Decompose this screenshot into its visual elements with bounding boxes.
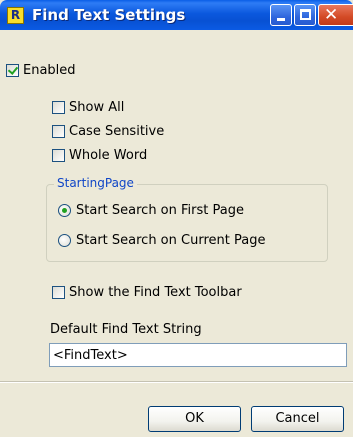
current-page-label: Start Search on Current Page	[76, 232, 266, 248]
default-string-input[interactable]	[49, 343, 347, 367]
divider	[0, 381, 353, 383]
show-toolbar-checkbox[interactable]	[52, 285, 65, 299]
starting-page-group	[46, 184, 328, 262]
case-sensitive-option[interactable]: Case Sensitive	[52, 123, 164, 139]
whole-word-option[interactable]: Whole Word	[52, 147, 147, 163]
cancel-button[interactable]: Cancel	[251, 406, 344, 432]
default-string-label: Default Find Text String	[50, 322, 202, 337]
first-page-option[interactable]: Start Search on First Page	[58, 202, 244, 218]
case-sensitive-checkbox[interactable]	[52, 124, 65, 138]
enabled-label: Enabled	[23, 62, 76, 78]
starting-page-legend: StartingPage	[54, 176, 137, 190]
minimize-icon	[277, 18, 285, 21]
close-button[interactable]: ✕	[318, 4, 353, 26]
maximize-icon	[300, 9, 311, 20]
ok-button[interactable]: OK	[148, 406, 241, 432]
first-page-label: Start Search on First Page	[76, 202, 244, 218]
show-all-checkbox[interactable]	[52, 100, 65, 114]
app-logo-icon: R	[7, 7, 24, 24]
show-toolbar-option[interactable]: Show the Find Text Toolbar	[52, 284, 242, 300]
current-page-radio[interactable]	[58, 233, 71, 247]
enabled-checkbox[interactable]	[6, 63, 19, 77]
find-text-settings-dialog: R Find Text Settings ✕ Enabled Show All …	[0, 0, 353, 437]
window-title: Find Text Settings	[32, 6, 186, 24]
case-sensitive-label: Case Sensitive	[69, 123, 165, 139]
whole-word-label: Whole Word	[69, 147, 148, 163]
show-all-label: Show All	[69, 99, 125, 115]
show-all-option[interactable]: Show All	[52, 99, 124, 115]
show-toolbar-label: Show the Find Text Toolbar	[69, 284, 242, 300]
current-page-option[interactable]: Start Search on Current Page	[58, 232, 265, 248]
close-icon: ✕	[324, 5, 339, 25]
enabled-option[interactable]: Enabled	[6, 62, 76, 78]
minimize-button[interactable]	[270, 4, 292, 26]
whole-word-checkbox[interactable]	[52, 148, 65, 162]
maximize-button[interactable]	[294, 4, 316, 26]
title-bar[interactable]: R Find Text Settings ✕	[0, 0, 353, 30]
first-page-radio[interactable]	[58, 203, 71, 217]
